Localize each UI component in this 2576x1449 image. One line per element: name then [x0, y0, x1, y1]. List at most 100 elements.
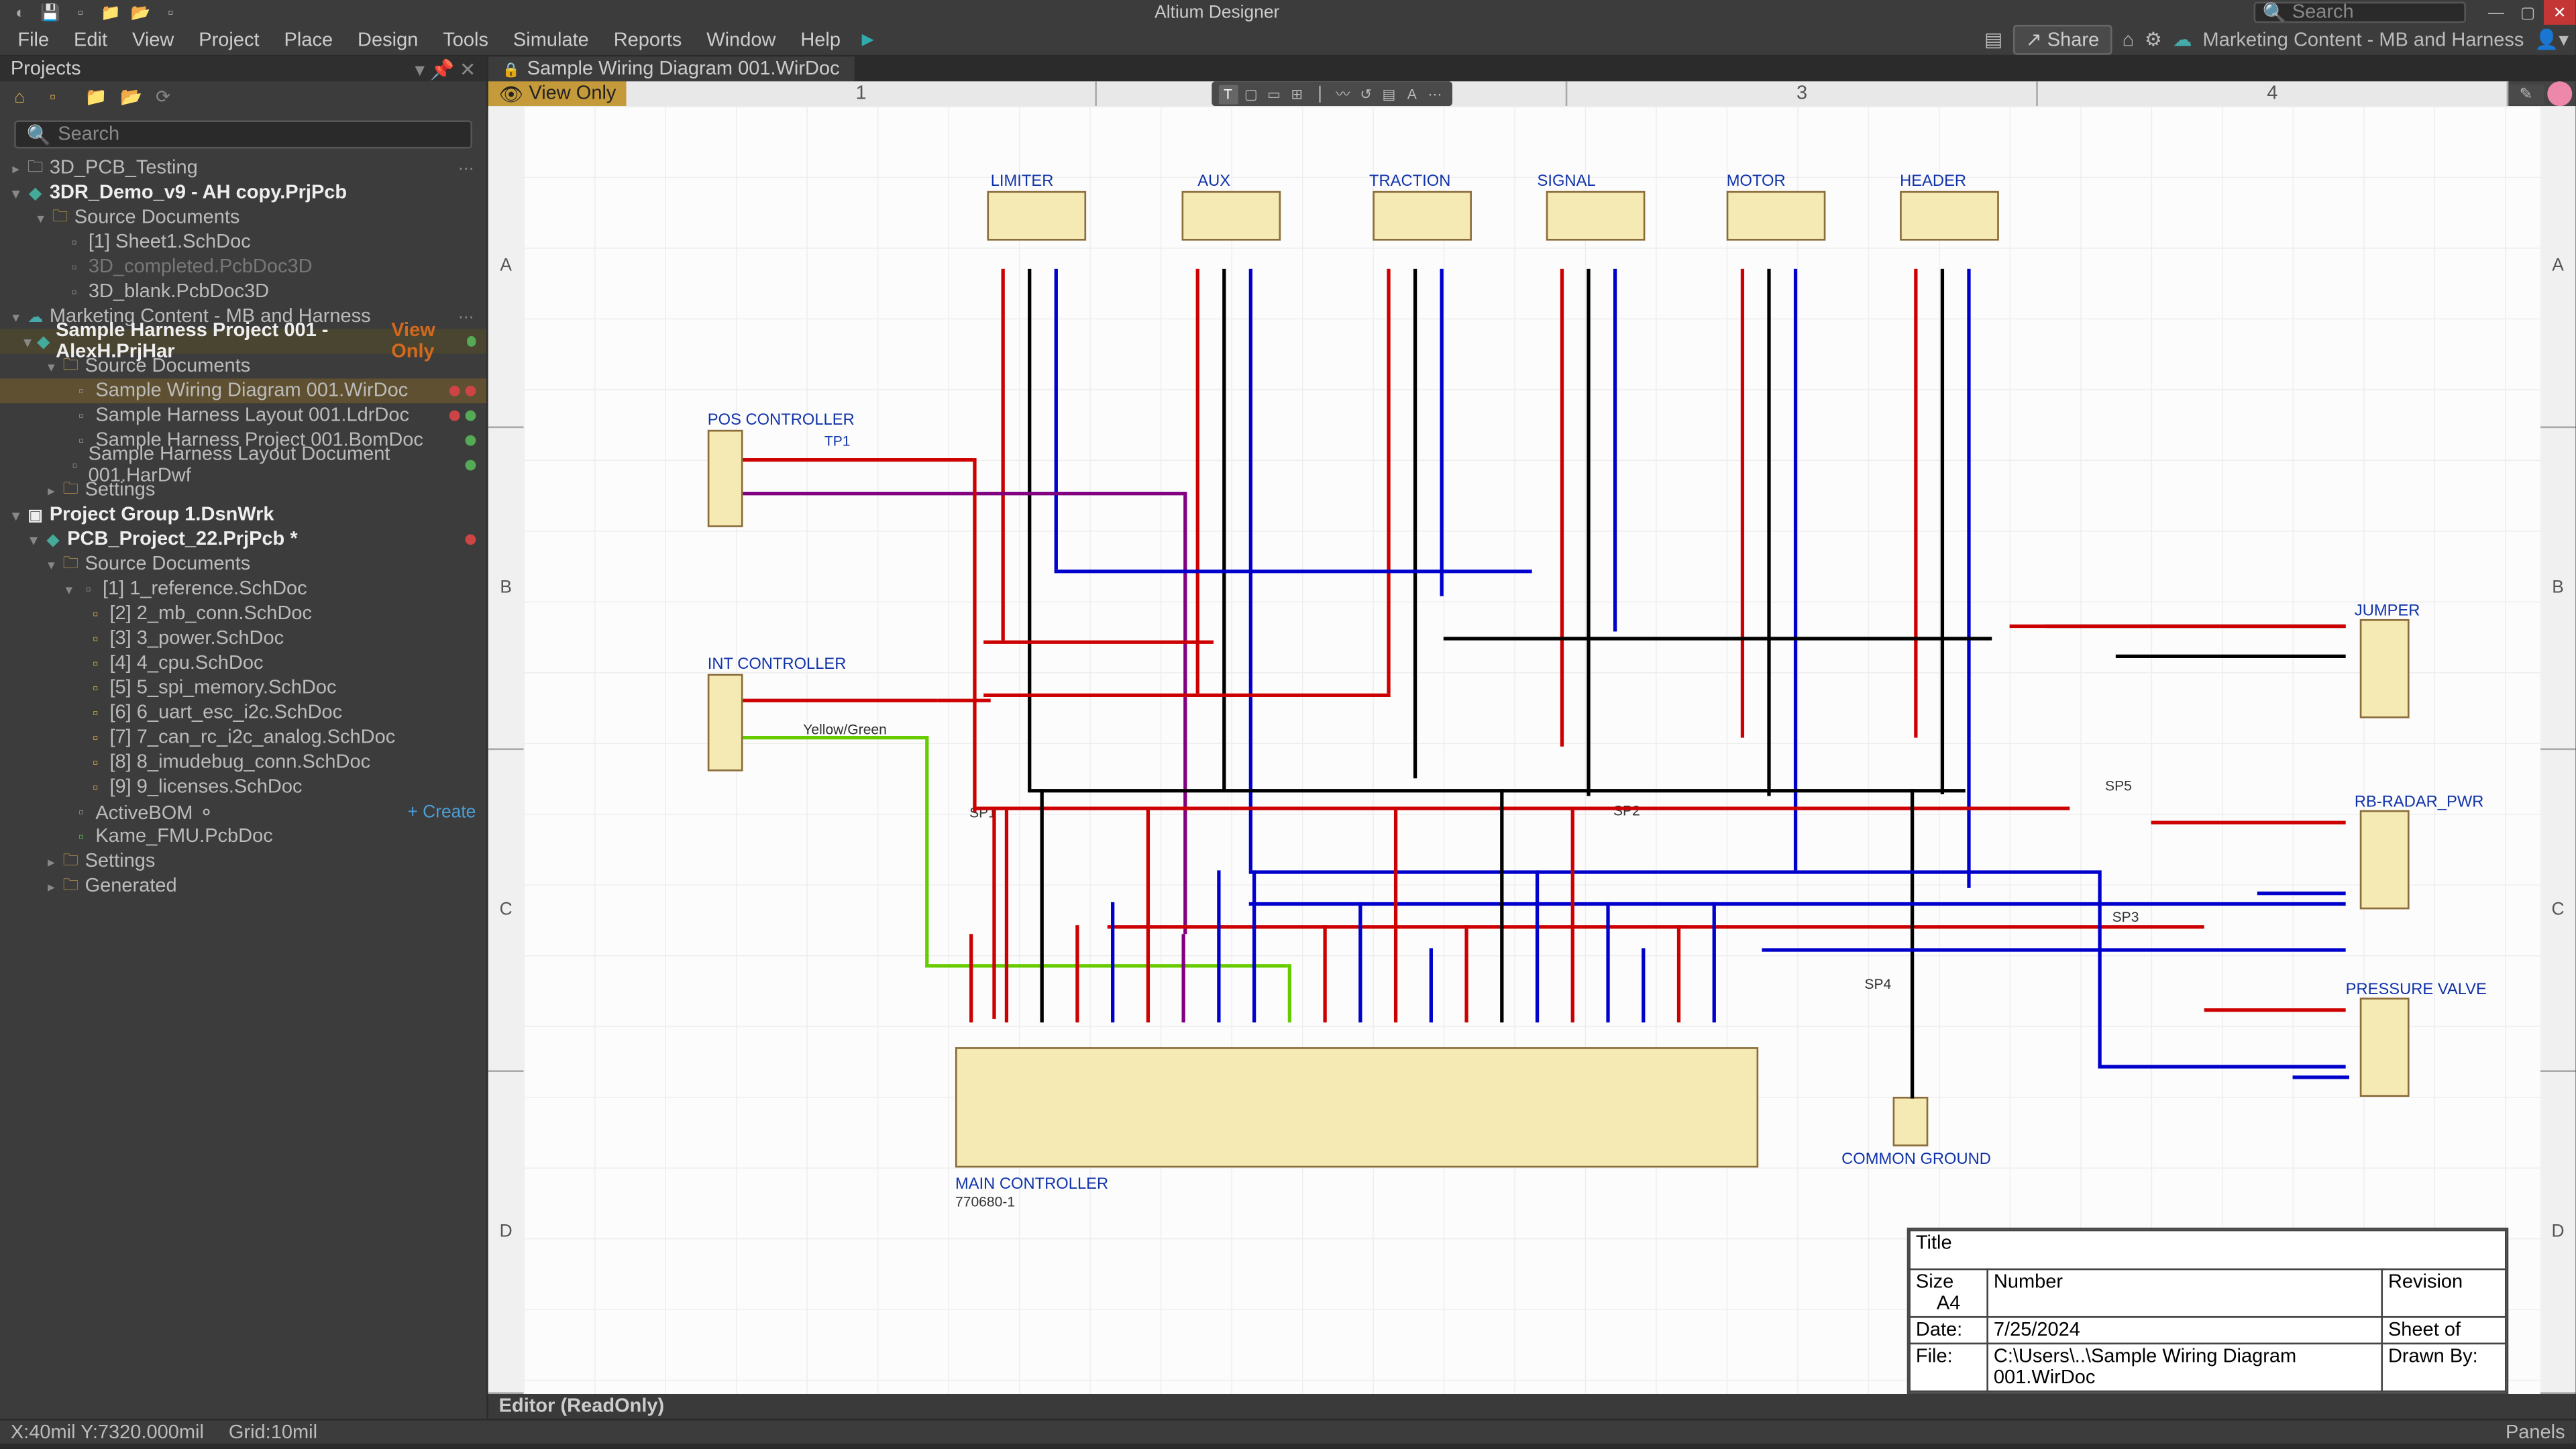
context-label[interactable]: Marketing Content - MB and Harness [2203, 30, 2524, 51]
schdoc-icon: ▫ [64, 233, 85, 251]
edit-icon[interactable]: ✎ [2508, 84, 2544, 103]
tree-item[interactable]: [5] 5_spi_memory.SchDoc [109, 678, 336, 699]
menu-tools[interactable]: Tools [432, 25, 498, 54]
tree-item[interactable]: [1] Sheet1.SchDoc [89, 231, 251, 253]
tree-item[interactable]: [2] 2_mb_conn.SchDoc [109, 603, 312, 625]
tool-icon[interactable]: ▭ [1265, 84, 1284, 103]
tree-item[interactable]: 3D_PCB_Testing [50, 158, 198, 179]
menu-help[interactable]: Help [790, 25, 851, 54]
col-4: 4 [2038, 81, 2508, 106]
open2-icon[interactable]: 📂 [131, 3, 150, 22]
status-grid: Grid:10mil [229, 1421, 317, 1443]
tree-item[interactable]: Settings [85, 480, 156, 501]
play-icon[interactable]: ▶ [855, 30, 881, 50]
tree-item[interactable]: Settings [85, 851, 156, 872]
tree-item[interactable]: [9] 9_licenses.SchDoc [109, 777, 302, 798]
tree-item[interactable]: Sample Wiring Diagram 001.WirDoc [95, 380, 408, 402]
tree-item[interactable]: Source Documents [85, 356, 251, 377]
tree-item[interactable]: [6] 6_uart_esc_i2c.SchDoc [109, 702, 342, 724]
schdoc-icon: ▫ [85, 778, 107, 796]
folder-icon[interactable]: 📁 [85, 89, 107, 110]
tool-icon[interactable]: ▤ [1379, 84, 1399, 103]
tree-item[interactable]: 3D_completed.PcbDoc3D [89, 256, 313, 278]
menu-edit[interactable]: Edit [63, 25, 118, 54]
tree-item[interactable]: [3] 3_power.SchDoc [109, 628, 284, 649]
panels-button[interactable]: Panels [2506, 1421, 2565, 1443]
tree-item[interactable]: [4] 4_cpu.SchDoc [109, 653, 263, 674]
label-sp5: SP5 [2105, 778, 2132, 794]
save-all-icon[interactable]: ▫ [161, 3, 180, 22]
save-icon[interactable]: 💾 [41, 3, 60, 22]
tool-icon[interactable]: 〰 [1333, 84, 1352, 103]
label-aux: AUX [1197, 172, 1230, 189]
doc-header: 👁 View Only 1 2 T ▢ ▭ ⊞ ⎮ 〰 ↺ [488, 81, 2576, 106]
tool-icon[interactable]: ▢ [1241, 84, 1260, 103]
panel-pin-icon[interactable]: 📌 [430, 58, 454, 80]
tree-item[interactable]: [8] 8_imudebug_conn.SchDoc [109, 752, 370, 773]
status-dot [449, 386, 460, 396]
folder-icon: 🗀 [60, 847, 82, 875]
gear-icon[interactable]: ⚙ [2145, 28, 2162, 51]
label-sp4: SP4 [1864, 977, 1891, 993]
tree-item[interactable]: PCB_Project_22.PrjPcb * [67, 529, 297, 550]
tool-icon[interactable]: ⎮ [1310, 84, 1330, 103]
create-link[interactable]: + Create [407, 802, 476, 822]
home-icon[interactable]: ⌂ [2122, 30, 2134, 51]
menu-simulate[interactable]: Simulate [502, 25, 599, 54]
user-icon[interactable]: 👤▾ [2534, 28, 2569, 51]
tool-icon[interactable]: ⊞ [1287, 84, 1307, 103]
label-tp1: TP1 [824, 433, 851, 449]
open-folder-icon[interactable]: 📁 [101, 3, 120, 22]
menu-project[interactable]: Project [188, 25, 270, 54]
tree-item[interactable]: Project Group 1.DsnWrk [50, 504, 274, 526]
menu-window[interactable]: Window [696, 25, 786, 54]
notify-icon[interactable]: ▤ [1984, 28, 2002, 51]
panel-close-icon[interactable]: ✕ [460, 58, 476, 80]
tree-item[interactable]: Source Documents [74, 207, 240, 229]
tree-item[interactable]: Sample Harness Layout 001.LdrDoc [95, 405, 409, 427]
doc-footer: Editor (ReadOnly) [488, 1394, 2576, 1419]
tree-item[interactable]: 3DR_Demo_v9 - AH copy.PrjPcb [50, 182, 347, 204]
menu-reports[interactable]: Reports [603, 25, 692, 54]
menu-file[interactable]: File [7, 25, 60, 54]
panel-menu-icon[interactable]: ▾ [415, 58, 425, 80]
folder-icon: 🗀 [60, 872, 82, 900]
label-pressure: PRESSURE VALVE [2346, 980, 2487, 998]
tree-item[interactable]: Generated [85, 875, 177, 897]
refresh-icon[interactable]: ⟳ [156, 89, 177, 110]
project-tree[interactable]: ▸🗀3D_PCB_Testing⋯ ▾◆3DR_Demo_v9 - AH cop… [0, 156, 486, 1419]
panel-search-input[interactable]: 🔍 Search [14, 120, 472, 148]
view-only-button[interactable]: 👁 View Only [488, 81, 627, 106]
home2-icon[interactable]: ⌂ [14, 89, 36, 110]
new-icon[interactable]: ▫ [70, 3, 90, 22]
tool-icon[interactable]: ↺ [1356, 84, 1376, 103]
menu-place[interactable]: Place [274, 25, 343, 54]
active-bar-toolbar: T ▢ ▭ ⊞ ⎮ 〰 ↺ ▤ A ⋯ [1211, 81, 1452, 106]
tree-item[interactable]: ActiveBOM ⚬ [95, 800, 214, 823]
close-button[interactable]: ✕ [2544, 0, 2575, 25]
menu-bar: File Edit View Project Place Design Tool… [0, 25, 2575, 56]
tree-item[interactable]: Source Documents [85, 553, 251, 575]
tree-item[interactable]: [1] 1_reference.SchDoc [103, 578, 307, 600]
tool-icon[interactable]: ⋯ [1426, 84, 1445, 103]
text-tool-icon[interactable]: T [1218, 84, 1238, 103]
cloud-icon: ☁ [2173, 28, 2192, 51]
label-limiter: LIMITER [991, 172, 1054, 189]
tree-item[interactable]: 3D_blank.PcbDoc3D [89, 281, 269, 303]
maximize-button[interactable]: ▢ [2512, 0, 2544, 25]
tool-icon[interactable]: A [1402, 84, 1421, 103]
menu-design[interactable]: Design [347, 25, 429, 54]
minimize-button[interactable]: — [2480, 0, 2512, 25]
avatar[interactable] [2547, 81, 2572, 106]
search-input[interactable]: 🔍 Search [2254, 2, 2466, 23]
pcb3d-icon: ▫ [64, 258, 85, 276]
share-button[interactable]: ↗ Share [2013, 25, 2112, 55]
tree-item[interactable]: Kame_FMU.PcbDoc [95, 826, 272, 847]
schematic-canvas[interactable]: LIMITER AUX TRACTION SIGNAL MOTOR HEADER… [524, 106, 2540, 1394]
doc-tab[interactable]: 🔒 Sample Wiring Diagram 001.WirDoc [488, 56, 856, 81]
folder2-icon[interactable]: 📂 [120, 89, 142, 110]
more-icon[interactable]: ⋯ [458, 158, 476, 178]
tree-item[interactable]: [7] 7_can_rc_i2c_analog.SchDoc [109, 727, 395, 749]
menu-view[interactable]: View [121, 25, 184, 54]
doc-icon[interactable]: ▫ [50, 89, 71, 110]
